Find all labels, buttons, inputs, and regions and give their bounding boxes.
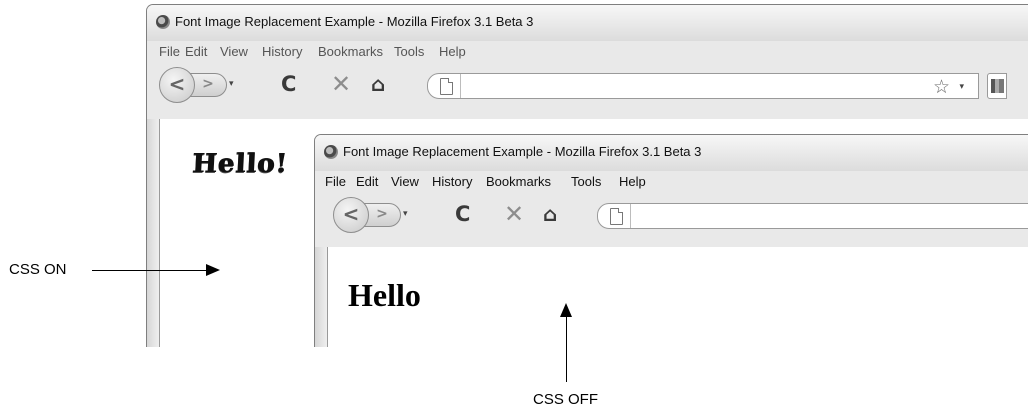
firefox-icon: [156, 15, 170, 29]
hello-image-heading: Hello!: [191, 149, 289, 179]
title-bar: Font Image Replacement Example - Mozilla…: [315, 135, 1028, 171]
css-on-label: CSS ON: [9, 261, 67, 278]
menu-file[interactable]: File: [325, 174, 346, 189]
menu-file[interactable]: File: [159, 44, 180, 59]
forward-arrow-icon: >: [376, 206, 388, 222]
css-on-arrow: [92, 270, 210, 271]
reload-icon[interactable]: C: [281, 72, 296, 96]
page-content: Hello: [327, 247, 1028, 347]
forward-arrow-icon: >: [202, 76, 214, 92]
menu-help[interactable]: Help: [439, 44, 466, 59]
back-button[interactable]: <: [333, 197, 369, 233]
navigation-toolbar: > < ▾ C ✕ ⌂ ☆ ▾: [147, 63, 1028, 103]
menu-tools[interactable]: Tools: [571, 174, 601, 189]
back-button[interactable]: <: [159, 67, 195, 103]
stop-icon[interactable]: ✕: [504, 202, 524, 226]
menu-history[interactable]: History: [432, 174, 472, 189]
home-icon[interactable]: ⌂: [543, 202, 557, 226]
menu-bar: File Edit View History Bookmarks Tools H…: [147, 41, 1028, 63]
search-engine-icon[interactable]: [987, 73, 1007, 99]
back-arrow-icon: <: [342, 202, 360, 226]
menu-history[interactable]: History: [262, 44, 302, 59]
stop-icon[interactable]: ✕: [331, 72, 351, 96]
home-icon[interactable]: ⌂: [371, 72, 385, 96]
menu-edit[interactable]: Edit: [185, 44, 207, 59]
page-icon: [610, 208, 623, 225]
navigation-toolbar: > < ▾ C ✕ ⌂: [315, 193, 1028, 233]
menu-bar: File Edit View History Bookmarks Tools H…: [315, 171, 1028, 193]
browser-window-css-off: Font Image Replacement Example - Mozilla…: [314, 134, 1028, 347]
window-title: Font Image Replacement Example - Mozilla…: [343, 144, 702, 159]
firefox-icon: [324, 145, 338, 159]
history-dropdown-icon[interactable]: ▾: [403, 209, 408, 219]
menu-view[interactable]: View: [391, 174, 419, 189]
menu-edit[interactable]: Edit: [356, 174, 378, 189]
menu-help[interactable]: Help: [619, 174, 646, 189]
back-arrow-icon: <: [168, 72, 186, 96]
menu-bookmarks[interactable]: Bookmarks: [318, 44, 383, 59]
url-dropdown-icon[interactable]: ▾: [959, 82, 964, 92]
bookmark-star-icon[interactable]: ☆: [933, 76, 950, 98]
css-off-arrow: [566, 316, 567, 382]
title-bar: Font Image Replacement Example - Mozilla…: [147, 5, 1028, 41]
page-icon: [440, 78, 453, 95]
reload-icon[interactable]: C: [455, 202, 470, 226]
window-title: Font Image Replacement Example - Mozilla…: [175, 14, 534, 29]
history-dropdown-icon[interactable]: ▾: [229, 79, 234, 89]
url-bar[interactable]: [597, 203, 1028, 229]
menu-bookmarks[interactable]: Bookmarks: [486, 174, 551, 189]
css-off-arrowhead: [560, 303, 572, 317]
hello-text-heading: Hello: [348, 277, 421, 313]
menu-tools[interactable]: Tools: [394, 44, 424, 59]
css-on-arrowhead: [206, 264, 220, 276]
css-off-label: CSS OFF: [533, 391, 599, 408]
url-bar[interactable]: ☆ ▾: [427, 73, 979, 99]
menu-view[interactable]: View: [220, 44, 248, 59]
